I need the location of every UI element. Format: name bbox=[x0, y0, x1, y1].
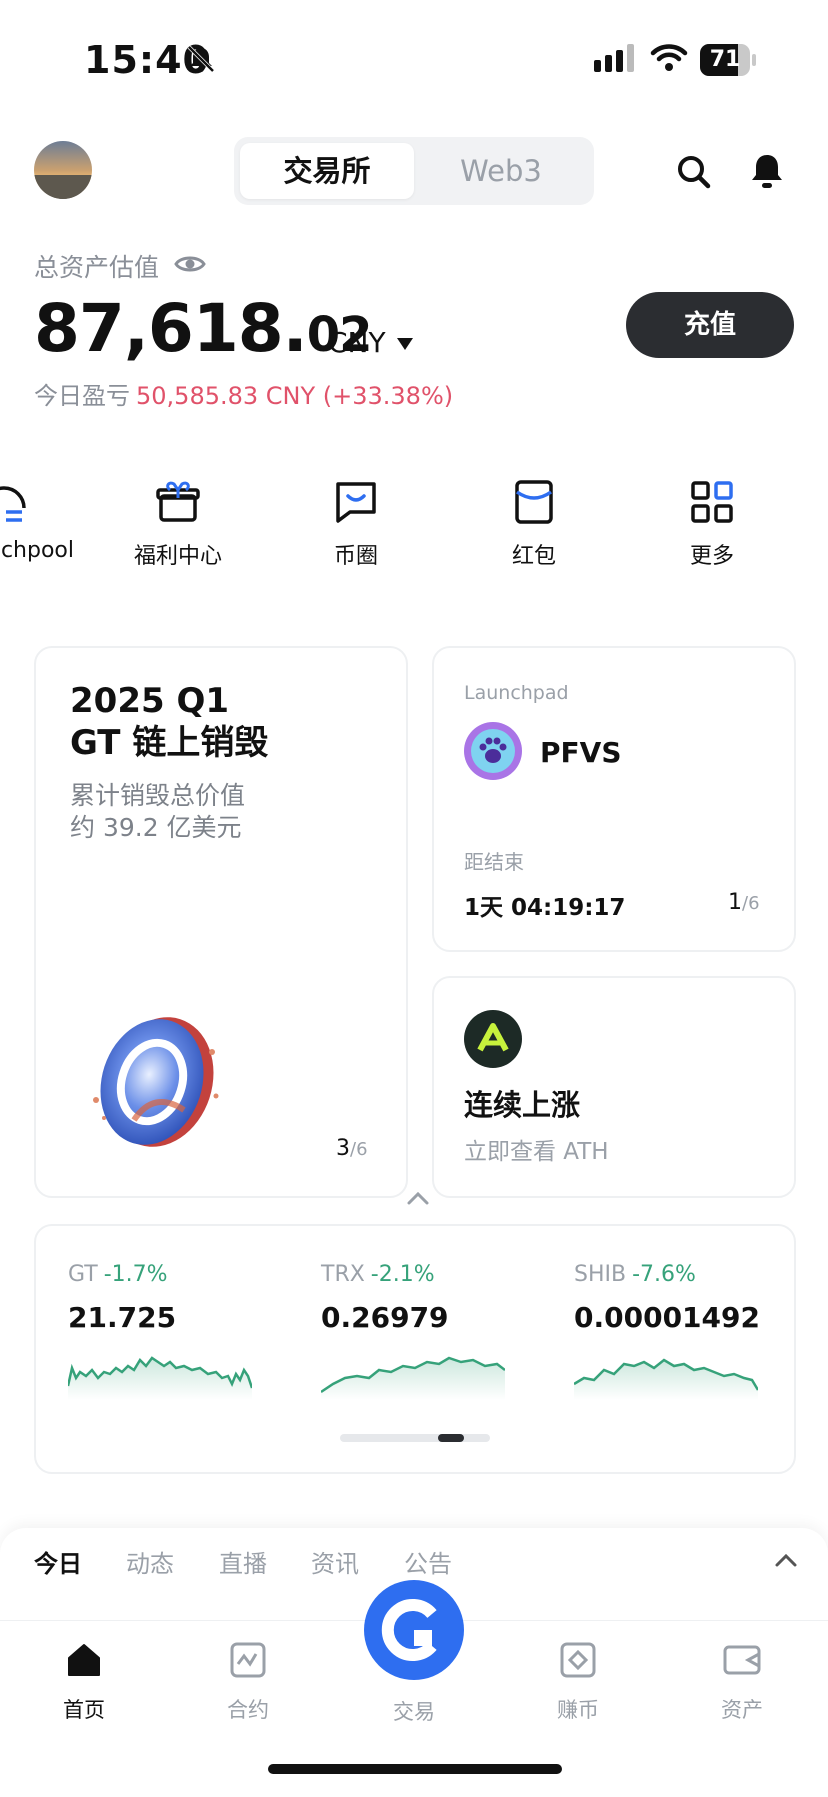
total-assets-amount: 87,618.02 bbox=[34, 290, 373, 367]
notification-bell-icon[interactable] bbox=[750, 152, 784, 190]
ath-title: 连续上涨 bbox=[464, 1088, 581, 1122]
feed-tab-updates[interactable]: 动态 bbox=[126, 1544, 174, 1579]
cellular-signal-icon bbox=[594, 44, 634, 72]
eye-icon[interactable] bbox=[174, 252, 206, 276]
nav-assets[interactable]: 资产 bbox=[682, 1640, 802, 1724]
chevron-up-icon[interactable] bbox=[774, 1552, 798, 1568]
launchpad-pager: 1/6 bbox=[728, 890, 760, 915]
ticker-gt[interactable]: GT -1.7% 21.725 bbox=[66, 1262, 254, 1404]
ticker-trx-symbol: TRX -2.1% bbox=[321, 1262, 435, 1287]
nav-earn-label: 赚币 bbox=[557, 1698, 599, 1722]
home-icon bbox=[68, 1644, 100, 1676]
nav-futures[interactable]: 合约 bbox=[188, 1640, 308, 1724]
ticker-shib-change: -7.6% bbox=[632, 1262, 696, 1287]
chevron-up-icon[interactable] bbox=[406, 1190, 430, 1206]
daily-pnl-label: 今日盈亏 bbox=[34, 382, 130, 410]
nav-earn[interactable]: 赚币 bbox=[518, 1640, 638, 1724]
chat-icon bbox=[336, 482, 376, 523]
shortcut-launchpool-label: chpool bbox=[0, 538, 74, 563]
banner-title-line2: GT 链上销毁 bbox=[70, 723, 269, 763]
futures-icon bbox=[230, 1642, 266, 1678]
silent-mode-icon bbox=[187, 45, 215, 73]
banner-title: 2025 Q1 GT 链上销毁 bbox=[70, 680, 268, 764]
shortcut-launchpool[interactable]: chpool bbox=[0, 478, 74, 563]
red-envelope-icon bbox=[515, 480, 553, 524]
ticker-shib-symbol: SHIB -7.6% bbox=[574, 1262, 696, 1287]
launchpool-icon bbox=[0, 486, 26, 522]
tab-web3[interactable]: Web3 bbox=[414, 143, 588, 199]
ticker-scroll-thumb[interactable] bbox=[438, 1434, 464, 1442]
paw-icon bbox=[464, 722, 522, 780]
launchpad-tag: Launchpad bbox=[464, 682, 569, 704]
nav-trade-button[interactable] bbox=[364, 1580, 464, 1680]
banner-page-total: /6 bbox=[350, 1139, 368, 1160]
shortcut-rewards-label: 福利中心 bbox=[133, 544, 222, 569]
gt-coin-illustration bbox=[93, 1017, 219, 1147]
shortcut-community[interactable]: 币圈 bbox=[286, 478, 426, 570]
nav-home-label: 首页 bbox=[63, 1698, 105, 1722]
banner-subtitle: 累计销毁总价值 约 39.2 亿美元 bbox=[70, 780, 245, 844]
shortcut-more[interactable]: 更多 bbox=[642, 478, 782, 570]
nav-futures-label: 合约 bbox=[227, 1698, 269, 1722]
launchpad-page-total: /6 bbox=[742, 893, 760, 914]
search-icon[interactable] bbox=[676, 154, 712, 190]
wallet-icon bbox=[723, 1645, 761, 1675]
banner-title-line1: 2025 Q1 bbox=[70, 681, 230, 721]
wifi-icon bbox=[650, 44, 688, 71]
ath-subtitle: 立即查看 ATH bbox=[464, 1139, 609, 1165]
ticker-scroll-track bbox=[340, 1434, 490, 1442]
amount-integer: 87,618. bbox=[34, 290, 308, 367]
ticker-gt-change: -1.7% bbox=[103, 1262, 168, 1287]
deposit-button[interactable]: 充值 bbox=[626, 292, 794, 358]
launchpad-countdown: 1天 04:19:17 bbox=[464, 895, 626, 921]
home-indicator bbox=[268, 1764, 562, 1774]
feed-tab-announcements[interactable]: 公告 bbox=[404, 1544, 452, 1579]
shortcut-rewards[interactable]: 福利中心 bbox=[108, 478, 248, 570]
ticker-trx-sparkline bbox=[320, 1356, 506, 1400]
banner-page: 3 bbox=[336, 1136, 350, 1161]
nav-assets-label: 资产 bbox=[721, 1698, 763, 1722]
banner-subtitle-line1: 累计销毁总价值 bbox=[70, 781, 246, 810]
ticker-gt-price: 21.725 bbox=[68, 1301, 177, 1334]
shortcut-red-envelope[interactable]: 红包 bbox=[464, 478, 604, 570]
ticker-shib[interactable]: SHIB -7.6% 0.00001492 bbox=[573, 1262, 760, 1404]
launchpad-token-name: PFVS bbox=[540, 736, 622, 769]
daily-pnl-value: 50,585.83 CNY (+33.38%) bbox=[136, 382, 454, 410]
battery-indicator: 71 bbox=[700, 44, 756, 76]
trade-icon bbox=[381, 1599, 437, 1661]
shortcut-more-label: 更多 bbox=[689, 544, 734, 569]
launchpad-page: 1 bbox=[728, 890, 742, 915]
shortcut-red-envelope-label: 红包 bbox=[511, 544, 556, 569]
ticker-shib-sparkline bbox=[573, 1358, 760, 1400]
gift-icon bbox=[156, 481, 200, 522]
currency-selector[interactable]: CNY bbox=[328, 326, 386, 359]
grid-icon bbox=[691, 481, 733, 523]
caret-down-icon[interactable] bbox=[396, 337, 414, 351]
ticker-trx-price: 0.26979 bbox=[321, 1301, 449, 1334]
banner-subtitle-line2: 约 39.2 亿美元 bbox=[70, 813, 242, 842]
shortcut-community-label: 币圈 bbox=[333, 544, 378, 569]
nav-trade-label: 交易 bbox=[393, 1700, 435, 1724]
battery-level: 71 bbox=[709, 47, 741, 72]
ath-logo-icon bbox=[464, 1010, 522, 1068]
feed-tab-news[interactable]: 资讯 bbox=[311, 1544, 359, 1579]
nav-home[interactable]: 首页 bbox=[24, 1640, 144, 1724]
ticker-trx-change: -2.1% bbox=[370, 1262, 435, 1287]
ticker-shib-price: 0.00001492 bbox=[574, 1301, 760, 1334]
banner-pager: 3/6 bbox=[336, 1136, 368, 1161]
ticker-trx[interactable]: TRX -2.1% 0.26979 bbox=[320, 1262, 506, 1404]
total-assets-label: 总资产估值 bbox=[34, 253, 160, 282]
ticker-gt-sparkline bbox=[66, 1356, 254, 1400]
feed-tab-today[interactable]: 今日 bbox=[34, 1544, 82, 1579]
launchpad-end-label: 距结束 bbox=[464, 850, 524, 874]
daily-pnl: 今日盈亏 50,585.83 CNY (+33.38%) bbox=[34, 376, 453, 411]
ticker-gt-symbol: GT -1.7% bbox=[68, 1262, 168, 1287]
avatar[interactable] bbox=[34, 141, 92, 199]
feed-tab-live[interactable]: 直播 bbox=[219, 1544, 267, 1579]
tab-exchange[interactable]: 交易所 bbox=[240, 143, 414, 199]
earn-icon bbox=[560, 1642, 596, 1678]
